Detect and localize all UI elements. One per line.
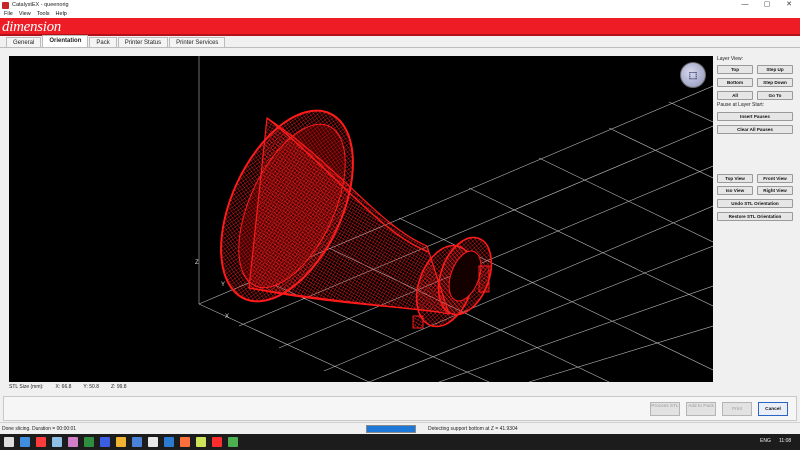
app-icon-9[interactable] (148, 437, 158, 447)
menu-view[interactable]: View (19, 11, 31, 17)
minimize-button[interactable]: — (734, 0, 756, 10)
window-title: CatalystEX - queenorig (12, 2, 69, 8)
app-icon-4[interactable] (68, 437, 78, 447)
status-bar: Done slicing. Duration = 00:00:01 Detect… (0, 422, 800, 434)
progress-fill (367, 426, 415, 432)
clock[interactable]: 11:08 (779, 438, 791, 444)
add-to-pack-button[interactable]: Add to Pack (686, 402, 716, 416)
app-icon (2, 1, 9, 9)
support-status-message: Detecting support bottom at Z = 41.9304 (428, 426, 518, 432)
menu-file[interactable]: File (4, 11, 13, 17)
menu-tools[interactable]: Tools (37, 11, 50, 17)
tab-pack[interactable]: Pack (89, 37, 117, 47)
process-stl-button[interactable]: Process STL (650, 402, 680, 416)
catalystex-taskbar-icon[interactable] (212, 437, 222, 447)
app-icon-5[interactable] (84, 437, 94, 447)
layer-view-heading: Layer View: (717, 56, 744, 62)
stl-size-readout: STL Size (mm): X: 66.8 Y: 50.8 Z: 99.8 (9, 384, 139, 390)
layer-all-button[interactable]: All (717, 91, 753, 100)
front-view-button[interactable]: Front View (757, 174, 793, 183)
status-message: Done slicing. Duration = 00:00:01 (2, 426, 77, 432)
tab-printer-services[interactable]: Printer Services (169, 37, 226, 47)
axis-label-x: X (225, 314, 229, 320)
stl-size-x: X: 66.8 (55, 384, 72, 390)
app-icon-7[interactable] (116, 437, 126, 447)
insert-pauses-button[interactable]: Insert Pauses (717, 112, 793, 121)
os-taskbar: ENG 11:08 (0, 434, 800, 450)
close-button[interactable]: ✕ (778, 0, 800, 10)
stl-size-z: Z: 99.8 (110, 384, 127, 390)
view-cube-icon[interactable]: ⬚ (680, 62, 706, 88)
model-viewport[interactable]: Z Y X ⬚ (9, 56, 713, 382)
right-view-button[interactable]: Right View (757, 186, 793, 195)
viewport-scene: Z Y X (195, 56, 713, 382)
undo-stl-orientation-button[interactable]: Undo STL Orientation (717, 199, 793, 208)
app-icon-6[interactable] (100, 437, 110, 447)
tab-strip: General Orientation Pack Printer Status … (0, 35, 800, 48)
start-icon[interactable] (4, 437, 14, 447)
go-to-button[interactable]: Go To (757, 91, 793, 100)
axis-label-y: Y (221, 282, 225, 288)
axis-label-z: Z (195, 260, 199, 266)
model-wireframe (220, 109, 493, 329)
iso-view-button[interactable]: Iso View (717, 186, 753, 195)
app-icon-2[interactable] (36, 437, 46, 447)
step-up-button[interactable]: Step Up (757, 65, 793, 74)
language-indicator[interactable]: ENG (760, 438, 771, 444)
print-button[interactable]: Print (722, 402, 752, 416)
app-icon-11[interactable] (180, 437, 190, 447)
app-icon-13[interactable] (228, 437, 238, 447)
tab-general[interactable]: General (6, 37, 42, 47)
progress-bar (366, 425, 416, 433)
stl-size-label: STL Size (mm): (9, 384, 44, 390)
app-icon-3[interactable] (52, 437, 62, 447)
tab-orientation[interactable]: Orientation (42, 35, 89, 47)
app-icon-10[interactable] (164, 437, 174, 447)
layer-view-panel: Layer View: Top Step Up Bottom Step Down… (716, 56, 796, 231)
brand-banner: dimension (0, 18, 800, 36)
tab-printer-status[interactable]: Printer Status (117, 37, 169, 47)
step-down-button[interactable]: Step Down (757, 78, 793, 87)
top-view-button[interactable]: Top View (717, 174, 753, 183)
menu-help[interactable]: Help (56, 11, 67, 17)
cancel-button[interactable]: Cancel (758, 402, 788, 416)
menu-bar: File View Tools Help (0, 10, 800, 18)
clear-all-pauses-button[interactable]: Clear All Pauses (717, 125, 793, 134)
app-icon-8[interactable] (132, 437, 142, 447)
pause-heading: Pause at Layer Start: (717, 102, 764, 108)
layer-bottom-button[interactable]: Bottom (717, 78, 753, 87)
app-icon-1[interactable] (20, 437, 30, 447)
stl-size-y: Y: 50.8 (83, 384, 99, 390)
layer-top-button[interactable]: Top (717, 65, 753, 74)
title-bar: CatalystEX - queenorig (0, 0, 800, 10)
maximize-button[interactable]: ▢ (756, 0, 778, 10)
restore-stl-orientation-button[interactable]: Restore STL Orientation (717, 212, 793, 221)
app-icon-12[interactable] (196, 437, 206, 447)
